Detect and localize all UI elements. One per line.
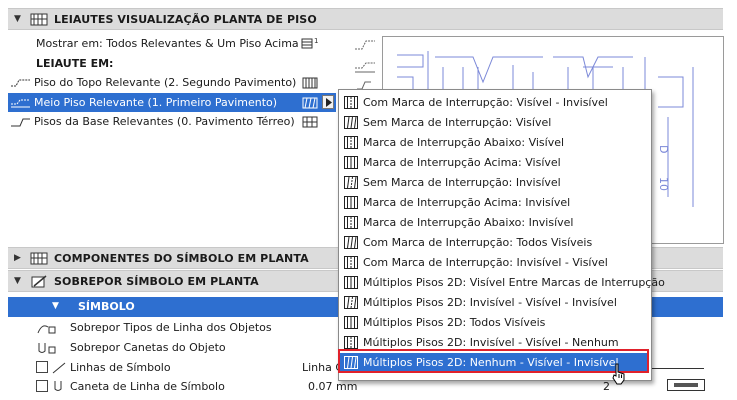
collapse-triangle-icon[interactable]: ▼ — [14, 276, 21, 286]
layout-row-middle[interactable]: Meio Piso Relevante (1. Primeiro Pavimen… — [8, 93, 336, 112]
menu-item-label: Múltiplos Pisos 2D: Invisível - Visível … — [363, 296, 617, 309]
layout-option-icon[interactable] — [302, 77, 318, 89]
break-mark-above-visible-icon — [344, 156, 358, 169]
line-type-override-icon[interactable] — [36, 321, 58, 335]
break-mark-all-visible-icon — [344, 236, 358, 249]
layout-row-base[interactable]: Pisos da Base Relevantes (0. Pavimento T… — [8, 112, 320, 131]
break-mark-below-visible-icon — [344, 136, 358, 149]
menu-item-label: Sem Marca de Interrupção: Visível — [363, 116, 552, 129]
menu-item[interactable]: Com Marca de Interrupção: Visível - Invi… — [339, 93, 649, 113]
section-title: SOBREPOR SÍMBOLO EM PLANTA — [54, 275, 259, 288]
section-title: LEIAUTES VISUALIZAÇÃO PLANTA DE PISO — [54, 13, 317, 26]
menu-item[interactable]: Múltiplos Pisos 2D: Invisível - Visível … — [339, 293, 649, 313]
multi-floor-invisible-visible-none-icon — [344, 336, 358, 349]
menu-item-label: Múltiplos Pisos 2D: Visível Entre Marcas… — [363, 276, 665, 289]
layout-option-icon[interactable] — [302, 97, 318, 109]
menu-item[interactable]: Múltiplos Pisos 2D: Todos Visíveis — [339, 313, 649, 333]
no-break-mark-visible-icon — [344, 116, 358, 129]
menu-item-label: Com Marca de Interrupção: Invisível - Vi… — [363, 256, 608, 269]
menu-item[interactable]: Múltiplos Pisos 2D: Visível Entre Marcas… — [339, 273, 665, 293]
subheader-title: SÍMBOLO — [78, 300, 135, 313]
menu-item-label: Marca de Interrupção Acima: Visível — [363, 156, 561, 169]
show-on-label: Mostrar em: Todos Relevantes & Um Piso A… — [36, 37, 299, 50]
pen-override-icon[interactable] — [36, 341, 58, 355]
section-title: COMPONENTES DO SÍMBOLO EM PLANTA — [54, 252, 309, 265]
menu-item[interactable]: Marca de Interrupção Abaixo: Invisível — [339, 213, 649, 233]
menu-item-label: Marca de Interrupção Abaixo: Visível — [363, 136, 565, 149]
menu-item[interactable]: Sem Marca de Interrupção: Visível — [339, 113, 649, 133]
layout-row-label: Meio Piso Relevante (1. Primeiro Pavimen… — [34, 96, 278, 109]
menu-item-label: Múltiplos Pisos 2D: Todos Visíveis — [363, 316, 546, 329]
row-label: Linhas de Símbolo — [70, 361, 171, 374]
pen-icon — [54, 381, 62, 391]
floor-plan-icon — [30, 13, 48, 26]
middle-floor-preview-icon[interactable] — [354, 60, 376, 74]
symbol-lines-row[interactable]: Linhas de Símbolo Linha C — [8, 358, 343, 377]
layout-row-top[interactable]: Piso do Topo Relevante (2. Segundo Pavim… — [8, 73, 320, 92]
layout-options-menu[interactable]: Com Marca de Interrupção: Visível - Invi… — [338, 89, 665, 381]
base-floor-line-icon — [11, 118, 30, 127]
pen-color-swatch[interactable] — [667, 379, 705, 391]
middle-floor-line-icon — [11, 99, 30, 108]
section-floor-plan-layouts[interactable]: ▼ LEIAUTES VISUALIZAÇÃO PLANTA DE PISO — [8, 8, 723, 30]
multi-floor-all-visible-icon — [344, 316, 358, 329]
menu-item-label: Sem Marca de Interrupção: Invisível — [363, 176, 561, 189]
highlight-box — [338, 349, 649, 373]
menu-item-label: Marca de Interrupção Abaixo: Invisível — [363, 216, 574, 229]
multi-floor-invisible-visible-invisible-icon — [344, 296, 358, 309]
expand-triangle-icon[interactable]: ▶ — [14, 253, 21, 263]
triangle-right-icon — [326, 98, 332, 107]
pen-number[interactable]: 2 — [603, 380, 610, 393]
menu-item[interactable]: Com Marca de Interrupção: Todos Visíveis — [339, 233, 649, 253]
dropdown-arrow-button[interactable] — [322, 95, 334, 109]
override-line-types-row[interactable]: Sobrepor Tipos de Linha dos Objetos — [8, 318, 338, 337]
layout-row-label: Pisos da Base Relevantes (0. Pavimento T… — [34, 115, 295, 128]
mouse-cursor-icon — [612, 363, 625, 385]
top-floor-preview-icon[interactable] — [354, 38, 376, 52]
menu-item-label: Marca de Interrupção Acima: Invisível — [363, 196, 571, 209]
break-mark-above-invisible-icon — [344, 196, 358, 209]
preview-label-d: D — [657, 145, 670, 153]
menu-item[interactable]: Marca de Interrupção Acima: Invisível — [339, 193, 649, 213]
svg-text:1: 1 — [314, 37, 318, 45]
override-pens-row[interactable]: Sobrepor Canetas do Objeto — [8, 338, 338, 357]
menu-item[interactable]: Marca de Interrupção Abaixo: Visível — [339, 133, 649, 153]
override-symbol-icon — [31, 275, 47, 288]
symbol-line-pen-checkbox[interactable] — [36, 380, 48, 392]
row-label: Caneta de Linha de Símbolo — [70, 380, 225, 393]
menu-item-label: Com Marca de Interrupção: Visível - Invi… — [363, 96, 608, 109]
break-mark-invisible-visible-icon — [344, 256, 358, 269]
menu-item[interactable]: Com Marca de Interrupção: Invisível - Vi… — [339, 253, 649, 273]
symbol-line-pen-row[interactable]: Caneta de Linha de Símbolo 0.07 mm — [8, 377, 357, 396]
symbol-line-icon — [52, 362, 66, 374]
layout-option-icon[interactable] — [302, 116, 318, 128]
collapse-triangle-icon[interactable]: ▼ — [14, 14, 21, 24]
break-mark-visible-invisible-icon — [344, 96, 358, 109]
multi-floor-visible-between-icon — [344, 276, 358, 289]
collapse-triangle-icon[interactable]: ▼ — [52, 301, 59, 311]
show-on-row[interactable]: Mostrar em: Todos Relevantes & Um Piso A… — [36, 34, 299, 53]
row-label: Sobrepor Canetas do Objeto — [70, 341, 226, 354]
menu-item[interactable]: Marca de Interrupção Acima: Visível — [339, 153, 649, 173]
row-label: Sobrepor Tipos de Linha dos Objetos — [70, 321, 272, 334]
row-value[interactable]: Linha C — [302, 358, 343, 377]
layout-in-label: LEIAUTE EM: — [36, 57, 114, 70]
menu-item[interactable]: Sem Marca de Interrupção: Invisível — [339, 173, 649, 193]
no-break-mark-invisible-icon — [344, 176, 358, 189]
preview-label-ten: 10 — [657, 177, 670, 191]
floors-stack-icon[interactable]: 1 — [300, 36, 320, 50]
floor-plan-icon — [30, 252, 48, 265]
symbol-lines-checkbox[interactable] — [36, 361, 48, 373]
menu-item-label: Com Marca de Interrupção: Todos Visíveis — [363, 236, 593, 249]
top-floor-line-icon — [11, 79, 30, 87]
pen-swatch-fill — [674, 383, 698, 387]
break-mark-below-invisible-icon — [344, 216, 358, 229]
layout-row-label: Piso do Topo Relevante (2. Segundo Pavim… — [34, 76, 297, 89]
line-sample — [652, 368, 704, 369]
